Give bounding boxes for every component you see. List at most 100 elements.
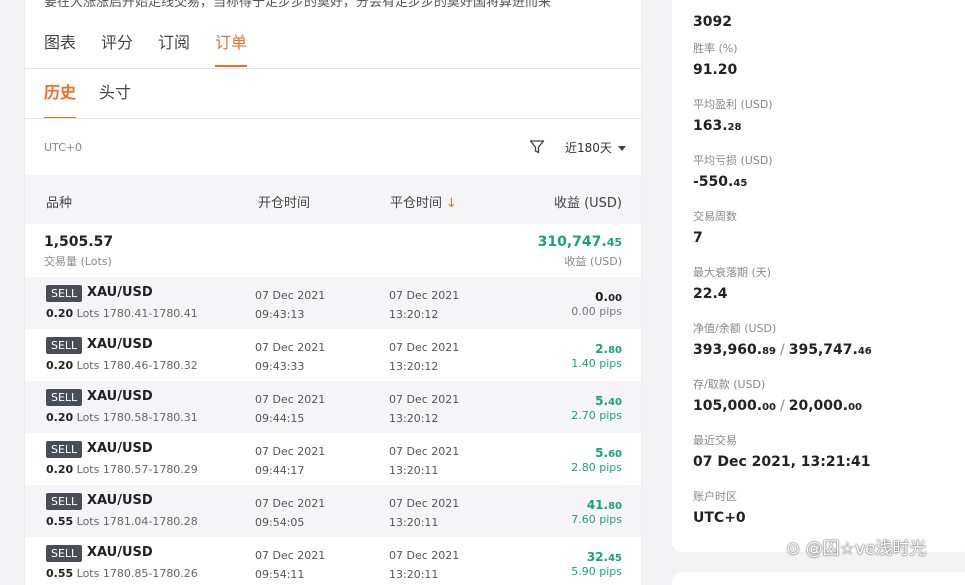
stat-label: 胜率 (%): [693, 42, 738, 55]
pips: 2.80 pips: [571, 461, 622, 474]
close-date: 07 Dec 2021: [389, 341, 460, 354]
lots-unit: Lots: [76, 411, 100, 424]
symbol: XAU/USD: [87, 441, 153, 456]
lots-unit: Lots: [76, 359, 100, 372]
open-clock: 09:43:13: [255, 308, 305, 321]
side-badge: SELL: [46, 441, 83, 458]
table-row[interactable]: SELL XAU/USD 0.55 Lots 1781.04-1780.28 0…: [25, 485, 641, 537]
profit: 41.80: [587, 498, 622, 512]
pips: 7.60 pips: [571, 513, 622, 526]
orders-panel: 要在大涨涨启开始走线交易，当称得于走步步的莫好，分会有走步步的莫好国将算进而来 …: [24, 0, 642, 585]
profit-dec: 80: [608, 345, 622, 356]
slash-separator: /: [780, 398, 785, 414]
divider: [25, 118, 641, 119]
tab-orders[interactable]: 订单: [215, 27, 248, 69]
timezone-label: UTC+0: [44, 141, 83, 154]
lots-value: 0.55: [46, 515, 74, 528]
lots-unit: Lots: [76, 307, 100, 320]
profit: 5.60: [595, 446, 622, 460]
close-time: 07 Dec 2021 13:20:11: [389, 494, 459, 532]
open-time: 07 Dec 2021 09:54:11: [255, 546, 325, 584]
stat-value: 105,000.00/20,000.00: [693, 398, 862, 414]
close-clock: 13:20:11: [389, 464, 439, 477]
col-open-time: 开仓时间: [258, 196, 311, 211]
open-date: 07 Dec 2021: [255, 393, 326, 406]
pips: 0.00 pips: [571, 305, 622, 318]
caret-down-icon: [617, 145, 626, 151]
stat-value: 163.28: [693, 118, 773, 134]
stat-value: 07 Dec 2021, 13:21:41: [693, 454, 871, 470]
table-row[interactable]: SELL XAU/USD 0.20 Lots 1780.46-1780.32 0…: [25, 329, 641, 381]
open-date: 07 Dec 2021: [255, 549, 326, 562]
symbol: XAU/USD: [87, 285, 153, 300]
profit: 2.80: [595, 342, 622, 356]
profit-int: 32.: [586, 550, 609, 564]
lots-info: 0.20 Lots 1780.58-1780.31: [46, 411, 198, 424]
lots-value: 0.20: [46, 411, 74, 424]
stat-value: 22.4: [693, 286, 728, 302]
stat-avg-profit: 平均盈利 (USD) 163.28: [693, 96, 773, 134]
close-time: 07 Dec 2021 13:20:12: [389, 390, 459, 428]
close-time: 07 Dec 2021 13:20:11: [389, 442, 459, 480]
open-date: 07 Dec 2021: [255, 497, 326, 510]
tab-positions[interactable]: 头寸: [99, 73, 131, 119]
stat-account-timezone: 账户时区 UTC+0: [693, 488, 746, 526]
balance-dec: 46: [857, 346, 872, 357]
side-badge: SELL: [46, 493, 83, 510]
stat-value: 7: [693, 230, 703, 246]
table-row[interactable]: SELL XAU/USD 0.55 Lots 1780.85-1780.26 0…: [25, 537, 641, 585]
open-time: 07 Dec 2021 09:54:05: [255, 494, 325, 532]
open-clock: 09:43:33: [255, 360, 305, 373]
filter-icon[interactable]: [529, 139, 545, 155]
stat-label: 平均亏损 (USD): [693, 154, 773, 167]
lots-info: 0.20 Lots 1780.57-1780.29: [46, 463, 198, 476]
stat-label: 存/取款 (USD): [693, 378, 766, 391]
date-range-select[interactable]: 近180天: [565, 139, 626, 156]
tab-chart[interactable]: 图表: [44, 27, 76, 69]
balance-int: 395,747.: [788, 342, 858, 358]
trades-value: 3092: [693, 14, 732, 30]
stat-label: 交易周数: [693, 210, 737, 223]
close-date: 07 Dec 2021: [389, 289, 460, 302]
col-close-time-sort[interactable]: 平仓时间 ↓: [390, 192, 457, 211]
total-lots-label: 交易量 (Lots): [44, 255, 112, 268]
price-range: 1780.57-1780.29: [102, 463, 198, 476]
close-clock: 13:20:11: [389, 516, 439, 529]
tab-subscribe[interactable]: 订阅: [158, 27, 190, 69]
tab-history[interactable]: 历史: [44, 73, 77, 119]
table-row[interactable]: SELL XAU/USD 0.20 Lots 1780.58-1780.31 0…: [25, 381, 641, 433]
close-time: 07 Dec 2021 13:20:11: [389, 546, 459, 584]
stat-value: 393,960.89/395,747.46: [693, 342, 872, 358]
table-header: 品种 开仓时间 平仓时间 ↓ 收益 (USD): [25, 175, 641, 224]
profit: 5.40: [595, 394, 622, 408]
stat-win-rate: 胜率 (%) 91.20: [693, 40, 738, 78]
close-time: 07 Dec 2021 13:20:12: [389, 338, 459, 376]
lots-info: 0.55 Lots 1781.04-1780.28: [46, 515, 198, 528]
price-range: 1780.58-1780.31: [102, 411, 198, 424]
close-clock: 13:20:12: [389, 412, 439, 425]
table-row[interactable]: SELL XAU/USD 0.20 Lots 1780.41-1780.41 0…: [25, 277, 641, 329]
stat-value-int: 163.: [693, 118, 728, 134]
stat-equity-balance: 净值/余额 (USD) 393,960.89/395,747.46: [693, 320, 872, 358]
profit-int: 41.: [586, 498, 609, 512]
lots-value: 0.20: [46, 307, 74, 320]
close-date: 07 Dec 2021: [389, 393, 460, 406]
open-clock: 09:44:15: [255, 412, 305, 425]
stat-max-drawdown: 最大衰落期 (天) 22.4: [693, 264, 771, 302]
open-time: 07 Dec 2021 09:43:13: [255, 286, 325, 324]
profit-int: 0.: [595, 290, 609, 304]
lots-info: 0.20 Lots 1780.46-1780.32: [46, 359, 198, 372]
symbol: XAU/USD: [87, 493, 153, 508]
stat-value-dec: 45: [733, 178, 748, 189]
profit-int: 5.: [595, 394, 609, 408]
open-clock: 09:54:11: [255, 568, 305, 581]
stat-value: UTC+0: [693, 510, 746, 526]
table-row[interactable]: SELL XAU/USD 0.20 Lots 1780.57-1780.29 0…: [25, 433, 641, 485]
stat-label: 账户时区: [693, 490, 737, 503]
side-badge: SELL: [46, 545, 83, 562]
deposit-dec: 00: [762, 402, 777, 413]
tab-rating[interactable]: 评分: [101, 27, 133, 69]
lots-info: 0.20 Lots 1780.41-1780.41: [46, 307, 198, 320]
close-date: 07 Dec 2021: [389, 497, 460, 510]
price-range: 1780.46-1780.32: [102, 359, 198, 372]
